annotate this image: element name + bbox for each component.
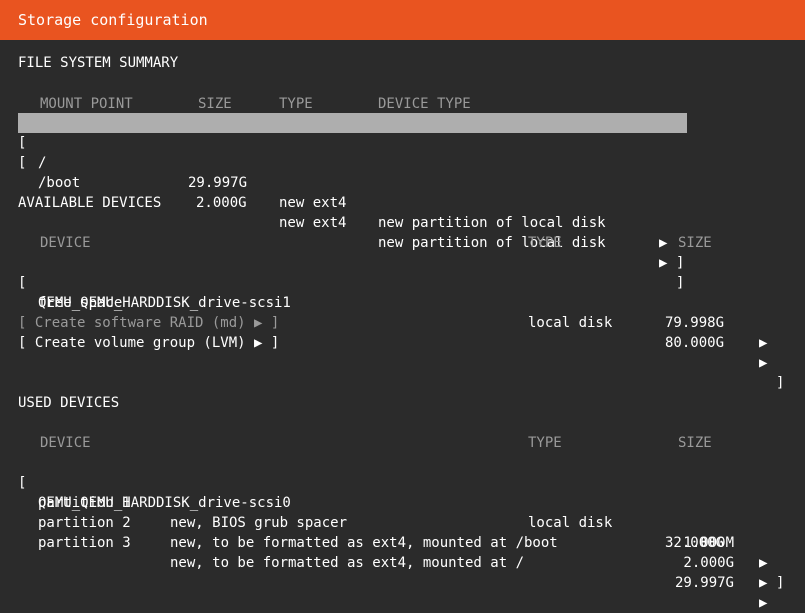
col-mount-point-header: MOUNT POINT <box>40 96 133 112</box>
col-size-header: SIZE <box>198 96 232 112</box>
partition-row[interactable]: partition 1 new, BIOS grub spacer 1.000M… <box>18 473 788 571</box>
partition-name: partition 3 <box>38 535 131 551</box>
partition-desc: new, to be formatted as ext4, mounted at… <box>170 555 525 571</box>
fs-row-root[interactable]: [ / 29.997G new ext4 new partition of lo… <box>18 113 687 271</box>
disk-size: 80.000G <box>665 335 725 351</box>
col-device-header: DEVICE <box>40 235 91 251</box>
partition-size: 1.000M <box>683 535 734 551</box>
play-arrow-icon: ▶ <box>759 595 768 611</box>
partition-size: 2.000G <box>683 555 734 571</box>
disk-type: local disk <box>528 315 613 331</box>
partition-row[interactable]: partition 3 new, to be formatted as ext4… <box>18 513 788 611</box>
used-disk-row[interactable]: [ QEMU_QEMU_HARDDISK_drive-scsi0 local d… <box>18 453 788 591</box>
fs-row-mount: / <box>38 155 47 171</box>
free-space-size: 79.998G <box>665 315 725 331</box>
partition-row[interactable]: partition 2 new, to be formatted as ext4… <box>18 493 788 591</box>
bracket-open: [ <box>18 155 27 171</box>
fs-row-mount: /boot <box>38 175 81 191</box>
partition-size: 29.997G <box>674 575 734 591</box>
play-arrow-icon: ▶ <box>759 575 768 591</box>
used-devices-heading: USED DEVICES <box>18 395 120 411</box>
fs-row-type: new ext4 <box>279 215 347 231</box>
create-lvm-button[interactable]: [ Create volume group (LVM) ▶ ] <box>18 333 279 353</box>
partition-desc: new, to be formatted as ext4, mounted at… <box>170 535 558 551</box>
bracket-close: ] <box>776 375 785 391</box>
col-type-header: TYPE <box>528 435 562 451</box>
col-type-header: TYPE <box>279 96 313 112</box>
col-device-type-header: DEVICE TYPE <box>378 96 471 112</box>
create-raid-button[interactable]: [ Create software RAID (md) ▶ ] <box>18 313 279 333</box>
fs-summary-heading: FILE SYSTEM SUMMARY <box>18 55 179 71</box>
available-disk-row[interactable]: [ QEMU_QEMU_HARDDISK_drive-scsi1 local d… <box>18 253 788 391</box>
col-size-header: SIZE <box>678 235 712 251</box>
fs-row-type: new ext4 <box>279 195 347 211</box>
play-arrow-icon: ▶ <box>759 335 768 351</box>
bracket-close: ] <box>776 575 785 591</box>
play-arrow-icon: ▶ <box>659 235 668 251</box>
fs-row-size: 29.997G <box>188 175 248 191</box>
play-arrow-icon: ▶ <box>759 355 768 371</box>
available-devices-heading: AVAILABLE DEVICES <box>18 195 162 211</box>
fs-row-boot[interactable]: [ /boot 2.000G new ext4 new partition of… <box>18 133 687 291</box>
col-device-header: DEVICE <box>40 435 91 451</box>
fs-row-device-type: new partition of local disk <box>378 215 606 231</box>
free-space-row[interactable]: free space 79.998G ▶ <box>18 273 788 351</box>
col-type-header: TYPE <box>528 235 562 251</box>
free-space-label: free space <box>38 295 123 311</box>
play-arrow-icon: ▶ <box>759 555 768 571</box>
col-size-header: SIZE <box>678 435 712 451</box>
page-title: Storage configuration <box>18 11 208 29</box>
fs-row-size: 2.000G <box>196 195 247 211</box>
fs-row-device-type: new partition of local disk <box>378 235 606 251</box>
title-bar: Storage configuration <box>0 0 805 40</box>
